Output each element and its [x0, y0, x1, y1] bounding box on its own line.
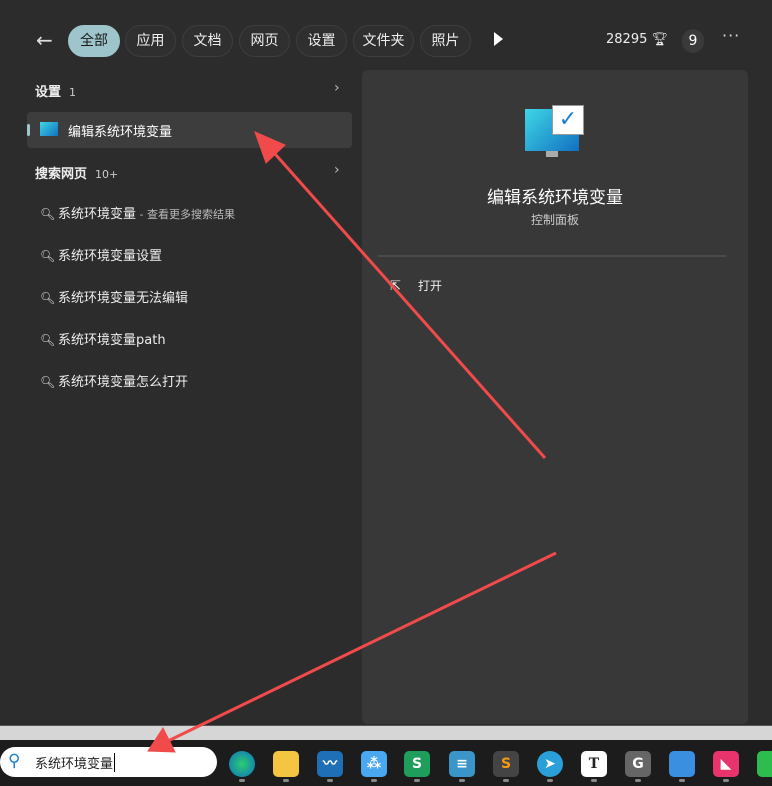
taskbar-search-input[interactable]: ⚲ 系统环境变量 [0, 747, 217, 777]
search-icon: 🔍︎ [40, 207, 56, 221]
more-tabs-play-icon[interactable] [494, 32, 503, 46]
web-section-header[interactable]: 搜索网页 10+ [35, 163, 118, 182]
result-edit-env-vars[interactable]: 编辑系统环境变量 [27, 112, 352, 148]
result-label: 编辑系统环境变量 [68, 125, 173, 140]
checkmark-icon: ✓ [552, 105, 584, 135]
app-g-icon[interactable]: G [625, 751, 651, 777]
result-text: 系统环境变量path [58, 333, 166, 348]
file-explorer-icon[interactable] [273, 751, 299, 777]
tab-all[interactable]: 全部 [68, 25, 120, 57]
app-blue-icon[interactable] [669, 751, 695, 777]
search-icon: 🔍︎ [40, 291, 56, 305]
search-icon: 🔍︎ [40, 333, 56, 347]
app-network-icon[interactable]: ⁂ [361, 751, 387, 777]
search-icon: ⚲ [8, 751, 21, 771]
chevron-right-icon[interactable]: › [334, 162, 340, 178]
tab-photos[interactable]: 照片 [420, 25, 471, 57]
points-value: 28295 [606, 32, 648, 47]
web-result[interactable]: 🔍︎ 系统环境变量怎么打开 [40, 371, 188, 391]
tab-web[interactable]: 网页 [239, 25, 290, 57]
notification-badge[interactable]: 9 [682, 29, 704, 53]
wps-sheets-icon[interactable]: S [404, 751, 430, 777]
sublime-text-icon[interactable]: S [493, 751, 519, 777]
preview-panel: ✓ 编辑系统环境变量 控制面板 ⇱ 打开 [362, 70, 748, 724]
section-count: 1 [69, 86, 77, 99]
result-text: 系统环境变量设置 [58, 249, 163, 264]
tab-apps[interactable]: 应用 [125, 25, 176, 57]
section-title: 设置 [35, 85, 62, 100]
telegram-icon[interactable]: ➤ [537, 751, 563, 777]
trophy-icon: 🏆︎ [651, 32, 669, 47]
open-label: 打开 [418, 279, 443, 293]
open-action[interactable]: ⇱ 打开 [390, 277, 442, 294]
divider [378, 255, 726, 257]
section-title: 搜索网页 [35, 167, 88, 182]
web-result[interactable]: 🔍︎ 系统环境变量 - 查看更多搜索结果 [40, 203, 235, 223]
section-count: 10+ [95, 168, 119, 181]
typora-icon[interactable]: T [581, 751, 607, 777]
tab-folders[interactable]: 文件夹 [353, 25, 414, 57]
chevron-right-icon[interactable]: › [334, 80, 340, 96]
back-arrow-icon[interactable]: ← [36, 28, 53, 52]
tab-documents[interactable]: 文档 [182, 25, 233, 57]
more-options-icon[interactable]: ··· [722, 26, 740, 45]
monitor-icon [40, 122, 58, 136]
tab-settings[interactable]: 设置 [296, 25, 347, 57]
result-text: 系统环境变量怎么打开 [58, 375, 189, 390]
edge-icon[interactable] [229, 751, 255, 777]
rewards-points[interactable]: 28295 🏆︎ [606, 32, 668, 47]
notepad-icon[interactable]: ≡ [449, 751, 475, 777]
web-result[interactable]: 🔍︎ 系统环境变量无法编辑 [40, 287, 188, 307]
open-external-icon: ⇱ [390, 279, 401, 294]
web-result[interactable]: 🔍︎ 系统环境变量设置 [40, 245, 162, 265]
result-suffix: - 查看更多搜索结果 [136, 208, 235, 221]
preview-title: 编辑系统环境变量 [487, 188, 623, 208]
result-text: 系统环境变量 [58, 207, 137, 222]
web-result[interactable]: 🔍︎ 系统环境变量path [40, 329, 166, 349]
search-value: 系统环境变量 [35, 753, 116, 772]
result-text: 系统环境变量无法编辑 [58, 291, 189, 306]
search-window: ← 全部 应用 文档 网页 设置 文件夹 照片 28295 🏆︎ 9 ··· 设… [0, 0, 772, 726]
filter-bar: ← 全部 应用 文档 网页 设置 文件夹 照片 28295 🏆︎ 9 ··· [0, 24, 772, 58]
search-icon: 🔍︎ [40, 249, 56, 263]
app-wave-icon[interactable]: 〰 [317, 751, 343, 777]
wechat-icon[interactable] [757, 751, 772, 777]
preview-subtitle: 控制面板 [530, 213, 579, 227]
search-icon: 🔍︎ [40, 375, 56, 389]
app-pink-icon[interactable]: ◣ [713, 751, 739, 777]
selection-indicator [27, 124, 30, 136]
settings-section-header[interactable]: 设置 1 [35, 81, 76, 100]
